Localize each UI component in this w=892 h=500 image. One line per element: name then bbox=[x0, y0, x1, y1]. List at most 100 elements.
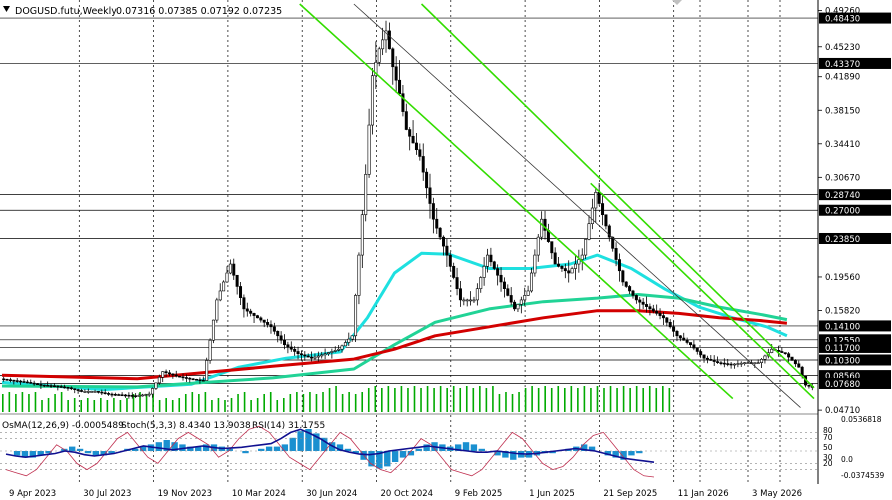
candle-body bbox=[96, 391, 100, 393]
osma-bar bbox=[281, 444, 289, 451]
volume-bar bbox=[622, 386, 625, 412]
volume-bar bbox=[15, 394, 17, 412]
candle-body bbox=[171, 373, 175, 376]
oscillator-axis-label: 50 bbox=[823, 443, 833, 452]
volume-bar bbox=[465, 386, 468, 412]
candle-body bbox=[732, 363, 736, 366]
volume-bar bbox=[642, 388, 645, 412]
chart-header-ohlc: 0.07316 0.07385 0.07192 0.07235 bbox=[116, 6, 282, 17]
oscillator-axis: 0.05368188070503020 0.0-0.0374539 bbox=[823, 415, 884, 480]
candle-body bbox=[604, 214, 608, 227]
candle-body bbox=[52, 385, 56, 388]
candle-body bbox=[181, 376, 185, 379]
candle-body bbox=[259, 317, 263, 321]
volume-bar bbox=[86, 398, 89, 412]
candle-body bbox=[134, 395, 138, 397]
volume-bar bbox=[100, 398, 102, 412]
candle-body bbox=[790, 356, 794, 361]
candle-body bbox=[458, 288, 462, 301]
candle-body bbox=[729, 363, 733, 366]
candle-body bbox=[120, 394, 124, 397]
date-tick-label: 10 Mar 2024 bbox=[232, 489, 286, 499]
candle-body bbox=[188, 377, 192, 380]
date-tick-label: 3 May 2026 bbox=[752, 489, 802, 499]
candle-body bbox=[326, 352, 330, 355]
candle-body bbox=[621, 270, 625, 283]
price-level-label: 0.27000 bbox=[825, 207, 860, 217]
candle-body bbox=[590, 207, 594, 224]
chart-canvas: 0.484300.433700.287400.270000.238500.141… bbox=[0, 0, 891, 499]
candle-body bbox=[123, 394, 127, 397]
candle-body bbox=[712, 360, 716, 362]
candle-body bbox=[178, 375, 182, 378]
volume-bar bbox=[433, 388, 435, 412]
candle-body bbox=[347, 338, 351, 343]
candle-body bbox=[394, 66, 398, 81]
candle-body bbox=[391, 48, 395, 68]
candle-body bbox=[743, 362, 747, 364]
candle-body bbox=[337, 348, 341, 351]
candle-body bbox=[377, 48, 381, 63]
candle-body bbox=[46, 385, 50, 387]
candle-body bbox=[448, 254, 452, 267]
candle-body bbox=[452, 265, 456, 278]
candle-body bbox=[19, 380, 23, 383]
candle-body bbox=[73, 388, 77, 390]
price-tick-label: 0.45230 bbox=[825, 43, 860, 53]
volume-bar bbox=[648, 386, 651, 412]
candle-body bbox=[722, 362, 726, 365]
candle-body bbox=[340, 345, 344, 350]
candle-body bbox=[360, 214, 364, 256]
volume-bar bbox=[41, 400, 43, 412]
osma-bar bbox=[289, 437, 296, 451]
osma-bar bbox=[415, 448, 422, 451]
volume-bar bbox=[557, 386, 560, 412]
volume-bar bbox=[165, 398, 167, 412]
volume-bar bbox=[459, 388, 462, 412]
candle-body bbox=[692, 344, 696, 349]
candle-body bbox=[255, 315, 259, 319]
candle-body bbox=[330, 351, 334, 353]
candle-body bbox=[167, 372, 171, 375]
volume-bar bbox=[73, 398, 76, 412]
candle-body bbox=[357, 254, 361, 296]
candle-body bbox=[59, 386, 63, 388]
candle-body bbox=[245, 308, 249, 312]
osma-bar bbox=[84, 451, 92, 454]
candle-body bbox=[208, 339, 212, 361]
price-tick-label: 0.30670 bbox=[825, 173, 860, 183]
candle-body bbox=[235, 274, 239, 287]
candle-body bbox=[15, 380, 19, 382]
candle-body bbox=[137, 395, 141, 397]
volume-bar bbox=[282, 398, 285, 412]
candle-body bbox=[465, 299, 469, 302]
candle-body bbox=[506, 288, 510, 296]
candle-body bbox=[526, 290, 530, 296]
volume-bar bbox=[54, 394, 56, 412]
candle-body bbox=[293, 348, 297, 352]
candle-body bbox=[113, 393, 117, 396]
candle-body bbox=[499, 274, 503, 283]
candle-body bbox=[645, 304, 649, 307]
candle-body bbox=[367, 124, 371, 175]
price-level-label: 0.07680 bbox=[825, 380, 860, 390]
candle-body bbox=[286, 344, 290, 348]
candle-body bbox=[716, 361, 720, 363]
volume-bar bbox=[596, 386, 599, 412]
volume-bar bbox=[629, 388, 631, 412]
date-tick-label: 20 Oct 2024 bbox=[381, 489, 434, 499]
candle-body bbox=[753, 362, 757, 364]
candle-body bbox=[496, 268, 500, 276]
candle-body bbox=[807, 384, 811, 387]
volume-bar bbox=[93, 400, 96, 412]
volume-bar bbox=[609, 386, 612, 412]
candle-body bbox=[756, 362, 760, 364]
candle-body bbox=[587, 223, 591, 240]
candle-body bbox=[398, 79, 402, 94]
candle-body bbox=[726, 363, 730, 365]
candle-body bbox=[333, 350, 337, 352]
candle-body bbox=[462, 299, 466, 302]
candle-body bbox=[699, 351, 703, 356]
volume-bar bbox=[603, 388, 605, 412]
candle-body bbox=[492, 261, 496, 269]
